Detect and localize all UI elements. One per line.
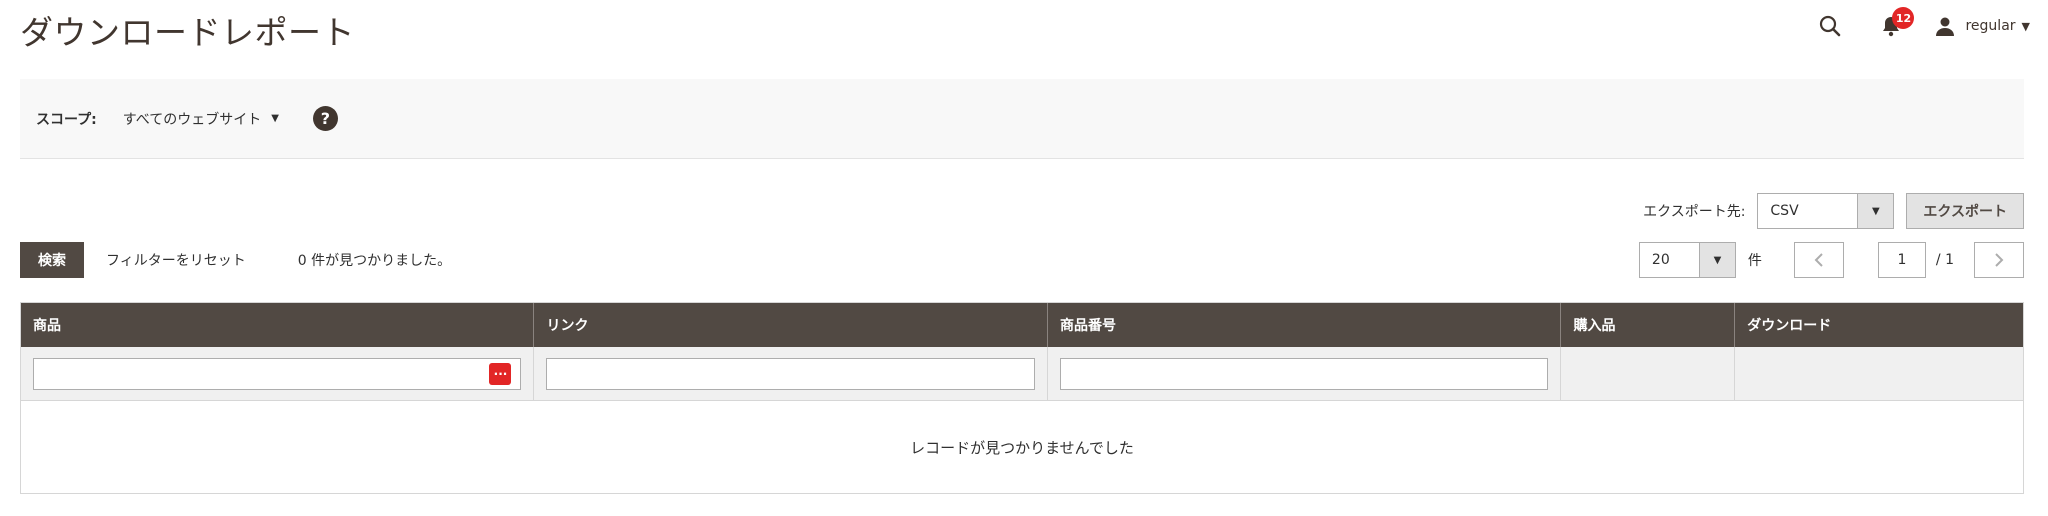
grid-header-row: 商品 リンク 商品番号 購入品 ダウンロード: [21, 303, 2023, 347]
chevron-down-icon: ▼: [1857, 194, 1894, 228]
search-button[interactable]: 検索: [20, 242, 84, 278]
chevron-down-icon: ▼: [1698, 243, 1735, 277]
current-page-input[interactable]: 1: [1877, 242, 1926, 278]
filter-cell-downloads: [1735, 347, 2023, 400]
scope-label: スコープ:: [36, 111, 97, 128]
export-button[interactable]: エクスポート: [1906, 193, 2024, 229]
reset-filter-link[interactable]: フィルターをリセット: [106, 250, 246, 270]
filter-cell-purchases: [1561, 347, 1736, 400]
header-actions: 12 regular ▼: [1819, 7, 2030, 44]
next-page-button[interactable]: [1974, 242, 2024, 278]
prev-page-button[interactable]: [1793, 242, 1844, 278]
sku-filter-input[interactable]: [1059, 357, 1549, 390]
product-chooser-icon[interactable]: ···: [489, 363, 512, 385]
total-pages: / 1: [1935, 252, 1954, 268]
export-row: エクスポート先: CSV ▼ エクスポート: [1643, 193, 2024, 229]
user-menu[interactable]: regular ▼: [1935, 16, 2030, 36]
notifications-button[interactable]: 12: [1881, 7, 1915, 37]
column-header-sku[interactable]: 商品番号: [1048, 303, 1562, 347]
scope-selected: すべてのウェブサイト: [122, 111, 262, 128]
notification-count-badge: 12: [1892, 7, 1915, 29]
column-header-link[interactable]: リンク: [534, 303, 1048, 347]
chevron-right-icon: [1995, 253, 2004, 267]
grid-toolbar: 検索 フィルターをリセット 0 件が見つかりました。 20 ▼ 件 1 / 1: [20, 242, 2024, 278]
grid-filter-row: ···: [21, 347, 2023, 401]
scope-bar: スコープ: すべてのウェブサイト ▼ ?: [20, 79, 2024, 159]
chevron-down-icon: ▼: [2021, 19, 2030, 33]
user-icon: [1936, 17, 1955, 36]
column-header-purchases[interactable]: 購入品: [1561, 303, 1736, 347]
export-format-value: CSV: [1770, 203, 1799, 219]
chevron-left-icon: [1814, 253, 1823, 267]
filter-cell-sku: [1048, 347, 1562, 400]
filter-cell-product: ···: [21, 347, 535, 400]
export-label: エクスポート先:: [1643, 204, 1746, 220]
pager: 20 ▼ 件 1 / 1: [1638, 242, 2024, 278]
link-filter-input[interactable]: [546, 357, 1035, 390]
product-filter-input[interactable]: [33, 357, 522, 390]
page-title: ダウンロードレポート: [20, 13, 355, 52]
empty-message: レコードが見つかりませんでした: [910, 438, 1134, 457]
per-page-select[interactable]: 20 ▼: [1638, 242, 1736, 278]
records-found-text: 0 件が見つかりました。: [297, 253, 452, 269]
help-icon[interactable]: ?: [312, 106, 338, 131]
per-page-label: 件: [1747, 253, 1762, 269]
scope-switcher[interactable]: すべてのウェブサイト ▼: [123, 109, 279, 129]
chevron-down-icon: ▼: [271, 113, 279, 124]
filter-cell-link: [534, 347, 1048, 400]
export-format-select[interactable]: CSV ▼: [1757, 193, 1895, 229]
column-header-product[interactable]: 商品: [21, 303, 535, 347]
downloads-grid: 商品 リンク 商品番号 購入品 ダウンロード ··· レコードが見つかりませんで…: [20, 302, 2024, 494]
search-icon[interactable]: [1819, 15, 1841, 37]
user-name: regular: [1965, 18, 2016, 34]
column-header-downloads[interactable]: ダウンロード: [1735, 303, 2023, 347]
per-page-value: 20: [1651, 252, 1670, 268]
